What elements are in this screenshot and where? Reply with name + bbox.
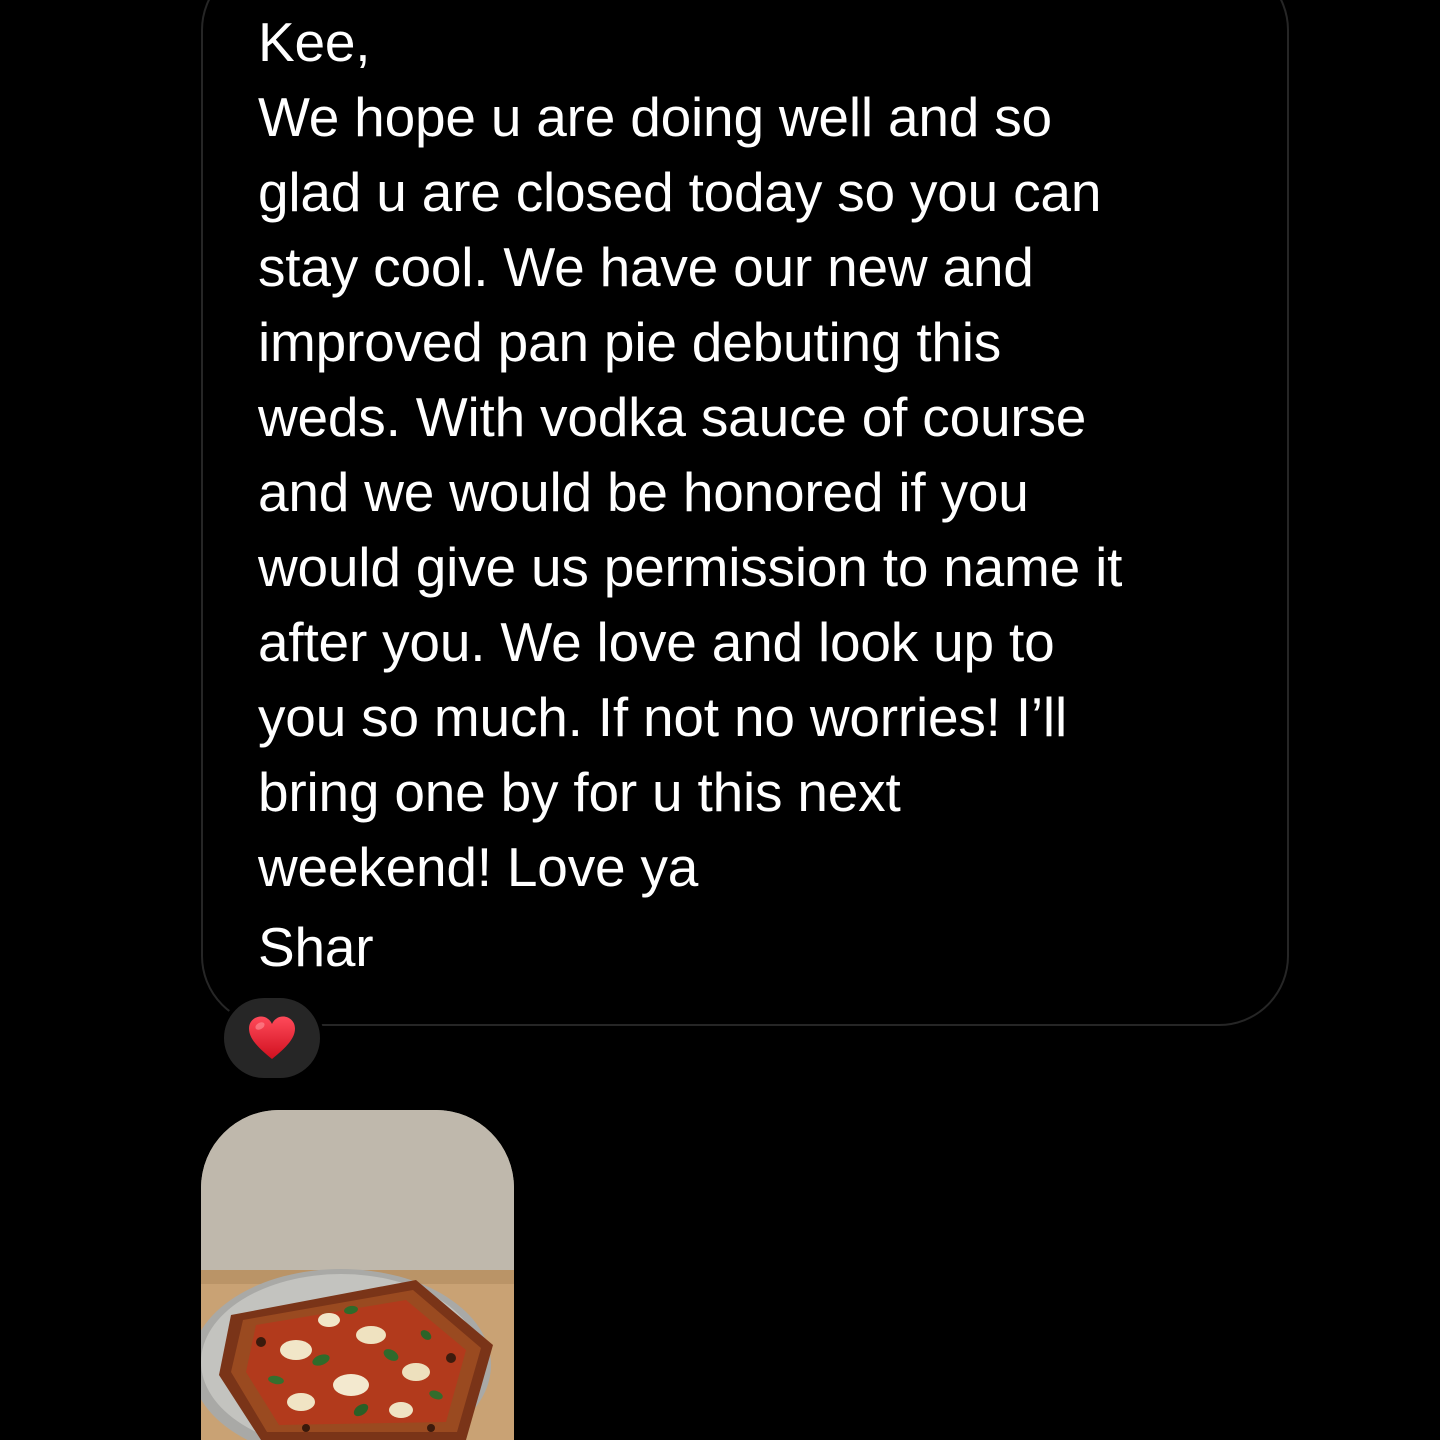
message-signature: Shar [258, 916, 374, 978]
pizza-photo [201, 1110, 514, 1440]
photo-attachment[interactable] [201, 1110, 514, 1440]
message-line: you so much. If not no worries! I’ll [258, 686, 1067, 748]
message-line: We hope u are doing well and so [258, 86, 1052, 148]
heart-icon [247, 1015, 297, 1061]
message-line: and we would be honored if you [258, 461, 1029, 523]
reaction-badge[interactable] [220, 994, 324, 1082]
message-line: bring one by for u this next [258, 761, 901, 823]
message-line: weekend! Love ya [258, 836, 699, 898]
message-line: glad u are closed today so you can [258, 161, 1102, 223]
message-line: would give us permission to name it [258, 536, 1123, 598]
message-line: after you. We love and look up to [258, 611, 1055, 673]
message-thread: Kee, We hope u are doing well and so gla… [0, 0, 1440, 1440]
message-greeting: Kee, [258, 11, 371, 73]
message-line: stay cool. We have our new and [258, 236, 1034, 298]
message-text: Kee, We hope u are doing well and so gla… [258, 5, 1248, 985]
message-line: weds. With vodka sauce of course [258, 386, 1087, 448]
message-line: improved pan pie debuting this [258, 311, 1002, 373]
